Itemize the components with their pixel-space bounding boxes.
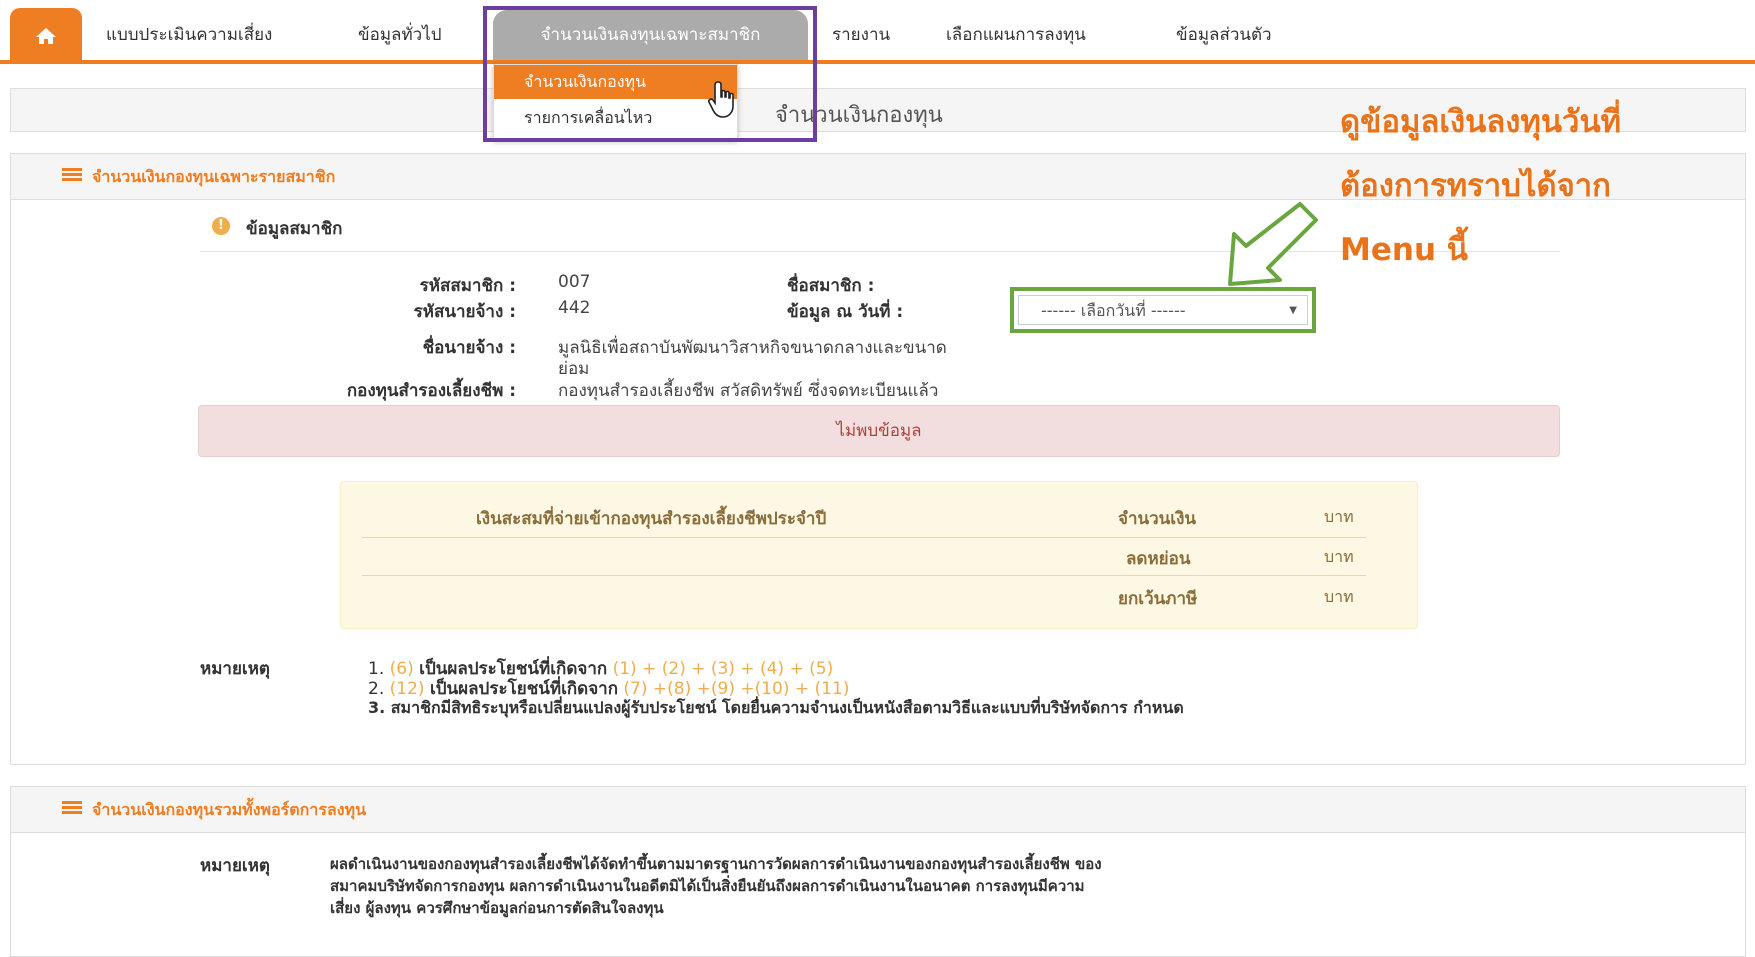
member-id-value: 007 (558, 272, 591, 292)
no-data-alert: ไม่พบข้อมูล (198, 405, 1560, 457)
menu-highlight-frame (483, 6, 817, 142)
row-deduction-unit: บาท (1324, 547, 1354, 566)
panel-title: จำนวนเงินกองทุนเฉพาะรายสมาชิก (92, 167, 336, 186)
member-id-label: รหัสสมาชิก : (419, 276, 516, 296)
list-icon (62, 801, 82, 815)
date-select-value: ------ เลือกวันที่ ------ (1041, 301, 1186, 320)
employer-name-label: ชื่อนายจ้าง : (422, 338, 516, 358)
row-deduction-label: ลดหย่อน (1126, 549, 1191, 569)
row-tax-exempt-unit: บาท (1324, 587, 1354, 606)
remarks-label: หมายเหตุ (200, 659, 270, 679)
employer-name-value: มูลนิธิเพื่อสถาบันพัฒนาวิสาหกิจขนาดกลางแ… (558, 338, 947, 358)
contribution-heading: เงินสะสมที่จ่ายเข้ากองทุนสำรองเลี้ยงชีพป… (476, 509, 827, 529)
annual-contribution-box (340, 481, 1418, 629)
disclaimer-line-1: ผลดำเนินงานของกองทุนสำรองเลี้ยงชีพได้จัด… (330, 855, 1102, 873)
home-icon (36, 28, 56, 44)
home-button[interactable] (10, 8, 82, 64)
panel-title: จำนวนเงินกองทุนรวมทั้งพอร์ตการลงทุน (92, 800, 367, 819)
member-info-heading: ข้อมูลสมาชิก (246, 219, 343, 239)
employer-id-value: 442 (558, 298, 591, 318)
nav-investment-plan[interactable]: เลือกแผนการลงทุน (946, 10, 1086, 60)
annotation-line-3: Menu นี้ (1340, 232, 1468, 268)
annotation-line-1: ดูข้อมูลเงินลงทุนวันที่ (1340, 104, 1622, 140)
date-select[interactable]: ------ เลือกวันที่ ------ ▼ (1018, 295, 1308, 325)
fund-value: กองทุนสำรองเลี้ยงชีพ สวัสดิทรัพย์ ซึ่งจด… (558, 381, 939, 401)
fund-label: กองทุนสำรองเลี้ยงชีพ : (346, 381, 516, 401)
nav-personal-info[interactable]: ข้อมูลส่วนตัว (1176, 10, 1272, 60)
member-name-label: ชื่อสมาชิก : (787, 276, 875, 296)
hand-cursor-icon (708, 80, 742, 124)
row-amount-label: จำนวนเงิน (1118, 509, 1197, 529)
annotation-arrow-icon (1220, 200, 1320, 294)
info-icon: ! (212, 217, 230, 235)
table-divider (362, 575, 1366, 576)
date-label: ข้อมูล ณ วันที่ : (787, 302, 904, 322)
nav-reports[interactable]: รายงาน (832, 10, 890, 60)
disclaimer-line-2: สมาคมบริษัทจัดการกองทุน ผลการดำเนินงานใน… (330, 877, 1085, 895)
nav-general-info[interactable]: ข้อมูลทั่วไป (358, 10, 442, 60)
caret-down-icon: ▼ (1289, 305, 1297, 316)
nav-risk-assessment[interactable]: แบบประเมินความเสี่ยง (106, 10, 272, 60)
annotation-line-2: ต้องการทราบได้จาก (1340, 168, 1611, 204)
remark-3: 3. สมาชิกมีสิทธิระบุหรือเปลี่ยนแปลงผู้รั… (368, 698, 1184, 717)
navbar-underline (0, 60, 1755, 64)
row-tax-exempt-label: ยกเว้นภาษี (1118, 589, 1198, 609)
remarks-label: หมายเหตุ (200, 856, 270, 876)
list-icon (62, 168, 82, 182)
employer-id-label: รหัสนายจ้าง : (413, 302, 516, 322)
member-fund-panel (10, 153, 1746, 765)
table-divider (362, 537, 1366, 538)
disclaimer-line-3: เสี่ยง ผู้ลงทุน ควรศึกษาข้อมูลก่อนการตัด… (330, 899, 664, 917)
row-amount-unit: บาท (1324, 507, 1354, 526)
